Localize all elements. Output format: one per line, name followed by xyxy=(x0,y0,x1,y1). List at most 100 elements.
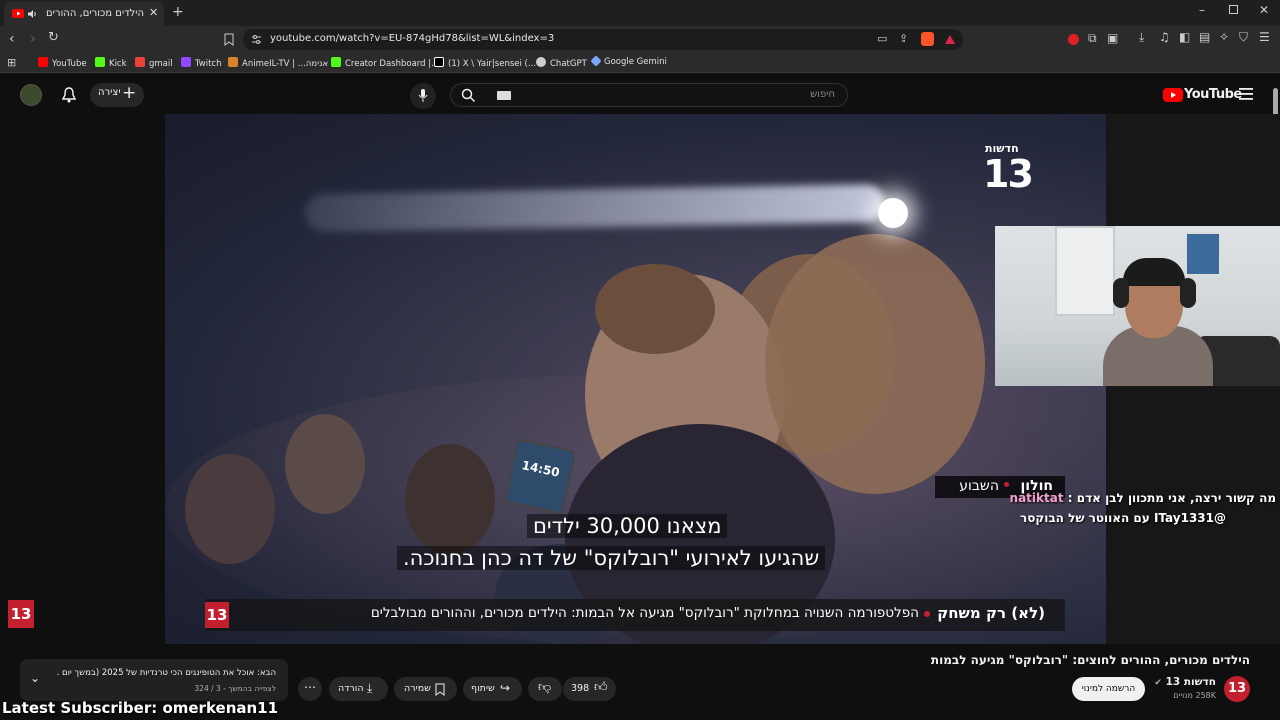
maximize-icon[interactable] xyxy=(1229,5,1238,14)
back-icon[interactable]: ‹ xyxy=(9,31,15,47)
share-label: שיתוף xyxy=(471,683,495,694)
bookmark-page-icon[interactable] xyxy=(224,33,234,46)
phone-time: 14:50 xyxy=(520,458,561,480)
hamburger-menu-icon[interactable] xyxy=(1239,88,1253,100)
brave-rewards-icon[interactable] xyxy=(944,34,956,45)
extensions-icon[interactable]: ⧉ xyxy=(1088,31,1097,46)
create-button[interactable]: יצירה + xyxy=(90,83,144,107)
video-title: הילדים מכורים, ההורים לחוצים: "רובלוקס" … xyxy=(930,653,1250,667)
brave-shield-icon[interactable] xyxy=(921,32,934,46)
like-button[interactable]: 398 👍︎ xyxy=(563,677,616,701)
notifications-bell-icon[interactable] xyxy=(62,87,76,103)
bookmark-label: Kick xyxy=(109,59,127,69)
bookmark-gemini[interactable]: Google Gemini xyxy=(590,55,667,67)
stage-light-beam xyxy=(304,183,886,233)
channel-name[interactable]: חדשות 13 xyxy=(1166,676,1216,688)
dislike-button[interactable]: 👎︎ xyxy=(528,677,562,701)
person-hair xyxy=(1123,258,1185,286)
headphones xyxy=(1113,278,1129,308)
x-icon xyxy=(434,57,444,67)
save-label: שמירה xyxy=(404,683,431,694)
avatar[interactable] xyxy=(20,84,42,106)
channel-avatar[interactable]: 13 xyxy=(1224,676,1250,702)
menu-icon[interactable]: ☰ xyxy=(1259,30,1270,44)
voice-search-button[interactable] xyxy=(410,83,436,109)
reload-icon[interactable]: ↻ xyxy=(48,30,59,45)
overlay-channel-logo: 13 xyxy=(8,600,34,628)
media-icon[interactable]: ♫ xyxy=(1159,30,1170,44)
speaker-icon[interactable] xyxy=(27,9,37,19)
search-icon[interactable] xyxy=(461,88,476,103)
tab-close-icon[interactable]: ✕ xyxy=(149,6,158,19)
playlist-progress: לצפייה בהמשך - 3 / 324 xyxy=(194,684,276,693)
playlist-next-label: הבא: אוכל את הטופינגים הכי טרנדיות של 20… xyxy=(56,668,276,678)
subscribe-button[interactable]: הרשמה למינוי xyxy=(1072,677,1145,701)
channel13-watermark: חדשות 13 xyxy=(983,142,1034,202)
lower-third-bold: (לא) רק משחק xyxy=(937,604,1045,622)
wallet-icon[interactable]: ▤ xyxy=(1199,30,1210,44)
bookmark-chatgpt[interactable]: ChatGPT xyxy=(536,57,587,69)
microphone-icon xyxy=(418,89,428,102)
forward-icon[interactable]: › xyxy=(30,31,36,47)
kick-icon xyxy=(331,57,341,67)
bookmark-animeil[interactable]: AnimeIL-TV | ...אנימה xyxy=(228,57,328,69)
bookmark-kick[interactable]: Kick xyxy=(95,57,127,69)
search-input[interactable]: חיפוש xyxy=(450,83,848,107)
download-icon: ⤓ xyxy=(367,681,373,695)
channel-name-row[interactable]: חדשות 13 ✔ xyxy=(1154,676,1216,688)
share-page-icon[interactable]: ⇪ xyxy=(899,32,908,45)
bookmark-gmail[interactable]: gmail xyxy=(135,57,173,69)
url-text[interactable]: youtube.com/watch?v=EU-874gHd78&list=WL&… xyxy=(270,33,554,44)
bookmark-label: Creator Dashboard |... xyxy=(345,59,440,69)
video-player[interactable]: 14:50 חדשות 13 חולון השבוע מצאנו 30,000 … xyxy=(165,114,1106,644)
lower-third-text: הפלטפורמה השנויה במחלוקת "רובלוקס" מגיעה… xyxy=(370,605,919,621)
bookmark-label: Twitch xyxy=(195,59,222,69)
twitch-icon xyxy=(181,57,191,67)
download-label: הורדה xyxy=(338,683,364,694)
verified-icon: ✔ xyxy=(1154,678,1162,688)
tag-separator xyxy=(1004,482,1009,487)
browser-tab-strip: הילדים מכורים, ההורים לחוצים ✕ + – ✕ xyxy=(0,0,1280,26)
extension-box-icon[interactable]: ▣ xyxy=(1107,31,1118,45)
animeil-icon xyxy=(228,57,238,67)
bookmark-twitch[interactable]: Twitch xyxy=(181,57,222,69)
latest-subscriber-overlay: Latest Subscriber: omerkenan11 xyxy=(2,699,279,717)
audience-member xyxy=(405,444,495,554)
cast-icon[interactable]: ▭ xyxy=(877,32,887,45)
chat-message-text: מה קשור ירצה, אני מתכוון לבן אדם : xyxy=(1067,491,1276,505)
download-button[interactable]: הורדה ⤓ xyxy=(329,677,388,701)
subtitle-line-2: שהגיעו לאירועי "רובלוקס" של דה כהן בחנוכ… xyxy=(397,546,826,570)
save-button[interactable]: שמירה xyxy=(394,677,457,701)
apps-icon[interactable]: ⊞ xyxy=(7,56,16,69)
gemini-icon xyxy=(590,55,602,67)
poster xyxy=(1185,232,1221,276)
ai-assistant-icon[interactable]: ✧ xyxy=(1219,30,1229,44)
share-icon: ↪ xyxy=(500,681,511,695)
bookmark-label: ChatGPT xyxy=(550,59,587,69)
downloads-icon[interactable]: ⤓ xyxy=(1139,30,1144,45)
minimize-icon[interactable]: – xyxy=(1199,3,1205,17)
new-tab-icon[interactable]: + xyxy=(172,4,184,20)
more-actions-button[interactable]: ⋯ xyxy=(298,677,322,701)
address-bar[interactable]: youtube.com/watch?v=EU-874gHd78&list=WL&… xyxy=(243,29,963,50)
window-close-icon[interactable]: ✕ xyxy=(1259,3,1269,17)
site-info-icon[interactable] xyxy=(251,34,262,45)
youtube-play-icon xyxy=(1163,88,1183,102)
extension-record-icon[interactable] xyxy=(1068,34,1079,45)
stage-light xyxy=(878,198,908,228)
plus-icon: + xyxy=(122,83,137,103)
sidebar-icon[interactable]: ◧ xyxy=(1179,30,1190,44)
chevron-down-icon[interactable]: ⌄ xyxy=(30,671,40,685)
bookmark-youtube[interactable]: YouTube xyxy=(38,57,87,69)
lower-third-logo: 13 xyxy=(205,602,229,628)
playlist-panel[interactable]: ⌄ הבא: אוכל את הטופינגים הכי טרנדיות של … xyxy=(20,659,288,701)
bookmark-creator-dashboard[interactable]: Creator Dashboard |... xyxy=(331,57,439,69)
bookmark-label: gmail xyxy=(149,59,173,69)
bookmark-x[interactable]: (1) X \ Yair|sensei (... xyxy=(434,57,536,69)
chat-message-line-2: @ITay1331 עם האווטר של הבוקסר xyxy=(1020,511,1226,525)
share-button[interactable]: שיתוף ↪ xyxy=(463,677,522,701)
vpn-shield-icon[interactable]: ⛉ xyxy=(1239,30,1248,45)
keyboard-icon[interactable] xyxy=(497,91,511,100)
audience-member xyxy=(285,414,365,514)
browser-tab[interactable]: הילדים מכורים, ההורים לחוצים ✕ xyxy=(4,2,164,26)
